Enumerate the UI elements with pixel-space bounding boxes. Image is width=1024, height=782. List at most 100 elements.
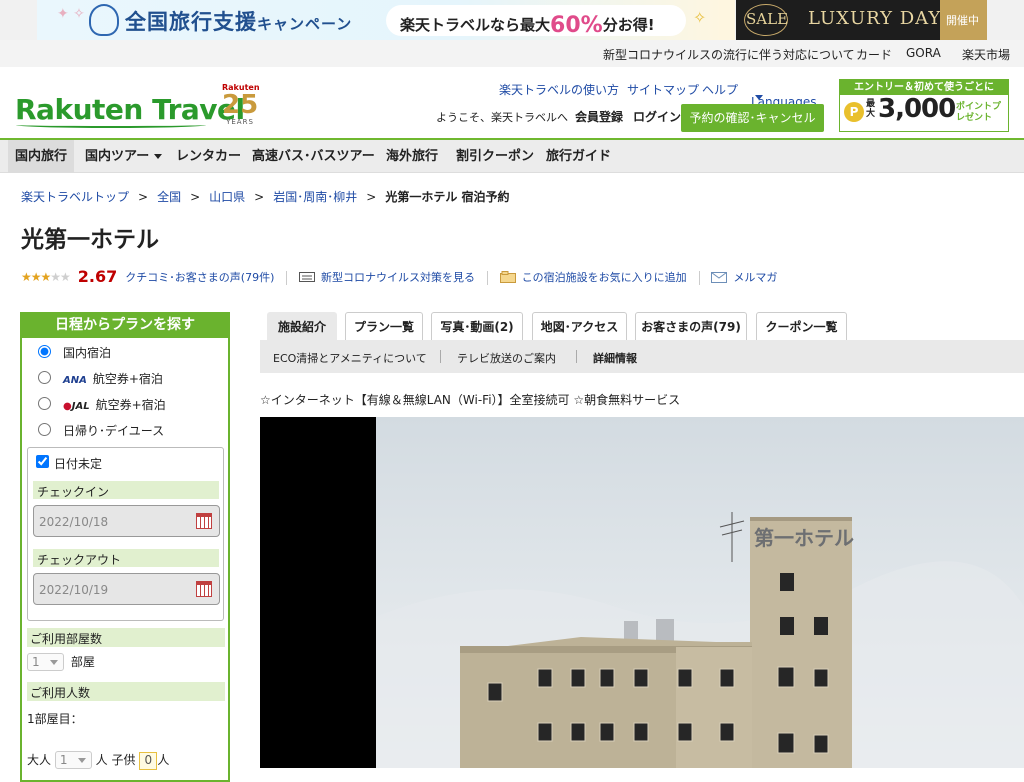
jal-crane-icon: ●: [63, 401, 72, 412]
child-unit: 人: [157, 753, 170, 767]
welcome-text: ようこそ、楽天トラベルへ: [436, 111, 568, 124]
main-nav: 国内旅行 国内ツアー レンタカー 高速バス･バスツアー 海外旅行 割引クーポン …: [0, 140, 1024, 173]
radio-jal[interactable]: [38, 397, 51, 410]
luxury-days-banner[interactable]: SALE LUXURY DAYS 開催中: [736, 0, 987, 40]
promo-amount: 3,000: [878, 94, 956, 124]
ana-logo: ANA: [63, 375, 87, 386]
checkout-value: 2022/10/19: [39, 583, 109, 597]
login-link[interactable]: ログイン: [633, 108, 681, 125]
radio-dayuse[interactable]: [38, 423, 51, 436]
years-number: 25: [222, 90, 259, 120]
child-count[interactable]: 0: [139, 752, 158, 770]
calendar-icon[interactable]: [196, 513, 212, 529]
checkin-label: チェックイン: [33, 481, 219, 499]
nav-bus[interactable]: 高速バス･バスツアー: [245, 140, 382, 173]
covid-measures-link[interactable]: 新型コロナウイルス対策を見る: [321, 271, 475, 284]
checkout-input[interactable]: 2022/10/19: [33, 573, 220, 605]
tab-map[interactable]: 地図･アクセス: [532, 312, 627, 340]
site-header: Rakuten Travel Rakuten 25 YEARS 楽天トラベルの使…: [0, 67, 1024, 140]
crumb-area[interactable]: 岩国･周南･柳井: [273, 190, 357, 204]
crumb-sep: >: [254, 190, 265, 204]
mail-icon: [711, 271, 728, 283]
newsletter-link[interactable]: メルマガ: [733, 271, 777, 284]
logo-arc: [16, 122, 206, 128]
adult-label: 大人: [27, 753, 52, 767]
hotel-photo[interactable]: 第一ホテル: [260, 417, 1024, 768]
rooms-select[interactable]: 1: [27, 653, 64, 671]
divider: [576, 350, 577, 363]
option-label-text: 航空券+宿泊: [95, 398, 166, 412]
option-label: 国内宿泊: [63, 346, 112, 360]
years-label: YEARS: [226, 118, 254, 126]
option-label: ANA 航空券+宿泊: [63, 370, 163, 387]
star-empty-icon: ★★: [50, 270, 70, 284]
crumb-prefecture[interactable]: 山口県: [209, 190, 245, 204]
point-coin-icon: P: [844, 102, 864, 122]
subtab-details[interactable]: 詳細情報: [593, 350, 637, 366]
adult-select[interactable]: 1: [54, 751, 92, 769]
keyboard-icon: [299, 271, 316, 282]
subtab-eco[interactable]: ECO清掃とアメニティについて: [273, 350, 427, 366]
option-jal[interactable]: ●JAL 航空券+宿泊: [22, 390, 228, 416]
top-banner[interactable]: ✦ ✧ 全国旅行支援キャンペーン 楽天トラベルなら最大60%分お得! ✧ SAL…: [0, 0, 1024, 40]
option-dayuse[interactable]: 日帰り･デイユース: [22, 416, 228, 442]
favorite-folder-icon: [499, 270, 516, 283]
rooms-label: ご利用部屋数: [27, 628, 225, 647]
option-label: ●JAL 航空券+宿泊: [63, 396, 166, 413]
tab-plans[interactable]: プラン一覧: [345, 312, 423, 340]
chevron-down-icon: [755, 95, 763, 100]
crumb-national[interactable]: 全国: [157, 190, 181, 204]
jal-logo-text: JAL: [71, 401, 90, 412]
nav-domestic-tour[interactable]: 国内ツアー: [78, 140, 169, 173]
promo-points: ポイントプレゼント: [956, 102, 1002, 123]
rooms-unit: 部屋: [70, 655, 95, 669]
register-link[interactable]: 会員登録: [575, 108, 623, 125]
points-promo-banner[interactable]: エントリー＆初めて使うごとに P 最大 3,000 ポイントプレゼント: [839, 79, 1009, 132]
people-label: ご利用人数: [27, 682, 225, 701]
option-domestic[interactable]: 国内宿泊: [22, 338, 228, 364]
divider: [440, 350, 441, 363]
calendar-icon[interactable]: [196, 581, 212, 597]
divider: [698, 270, 700, 285]
promo-max: 最大: [866, 99, 876, 119]
crumb-sep: >: [366, 190, 377, 204]
nav-guide[interactable]: 旅行ガイド: [539, 140, 618, 173]
checkin-input[interactable]: 2022/10/18: [33, 505, 220, 537]
covid-notice-link[interactable]: 新型コロナウイルスの流行に伴う対応について: [603, 46, 855, 63]
tab-reviews[interactable]: お客さまの声(79): [635, 312, 747, 340]
help-link[interactable]: ヘルプ: [702, 81, 738, 98]
crumb-top[interactable]: 楽天トラベルトップ: [21, 190, 129, 204]
radio-ana[interactable]: [38, 371, 51, 384]
option-ana[interactable]: ANA 航空券+宿泊: [22, 364, 228, 390]
checkout-label: チェックアウト: [33, 549, 219, 567]
adult-unit: 人: [95, 753, 108, 767]
add-favorite-link[interactable]: この宿泊施設をお気に入りに追加: [522, 271, 687, 284]
confirm-cancel-button[interactable]: 予約の確認･キャンセル: [681, 104, 824, 132]
card-link[interactable]: カード: [856, 46, 892, 63]
nav-domestic-tour-label: 国内ツアー: [85, 149, 150, 164]
nav-rentacar[interactable]: レンタカー: [169, 140, 248, 173]
howto-link[interactable]: 楽天トラベルの使い方: [499, 81, 619, 98]
option-label: 日帰り･デイユース: [63, 424, 165, 438]
tab-photos[interactable]: 写真･動画(2): [431, 312, 523, 340]
utility-bar: 新型コロナウイルスの流行に伴う対応について カード GORA 楽天市場: [0, 40, 1024, 67]
tab-coupons[interactable]: クーポン一覧: [756, 312, 847, 340]
sale-label: SALE: [746, 10, 789, 28]
travel-support-banner[interactable]: ✦ ✧ 全国旅行支援キャンペーン 楽天トラベルなら最大60%分お得! ✧: [37, 0, 735, 40]
nav-domestic-travel[interactable]: 国内旅行: [8, 140, 75, 173]
star-rating: ★★★★★: [21, 270, 71, 284]
tab-facility-intro[interactable]: 施設紹介: [267, 312, 337, 340]
radio-domestic[interactable]: [38, 345, 51, 358]
rooms-row: 1 部屋: [27, 653, 95, 671]
nav-coupon[interactable]: 割引クーポン: [449, 140, 541, 173]
date-search-panel: 日程からプランを探す 国内宿泊 ANA 航空券+宿泊 ●JAL 航空券+宿泊 日帰り…: [20, 312, 230, 782]
sitemap-link[interactable]: サイトマップ: [627, 81, 699, 98]
gora-link[interactable]: GORA: [906, 46, 941, 60]
nav-overseas[interactable]: 海外旅行: [379, 140, 445, 173]
panel-title: 日程からプランを探す: [20, 312, 230, 338]
date-undecided-checkbox[interactable]: [36, 455, 49, 468]
reviews-link[interactable]: クチコミ･お客さまの声(79件): [125, 271, 274, 284]
ichiba-link[interactable]: 楽天市場: [962, 46, 1010, 63]
hotel-description: ☆インターネット【有線＆無線LAN（Wi-Fi）】全室接続可 ☆朝食無料サービス: [260, 393, 681, 407]
subtab-tv[interactable]: テレビ放送のご案内: [457, 350, 556, 366]
